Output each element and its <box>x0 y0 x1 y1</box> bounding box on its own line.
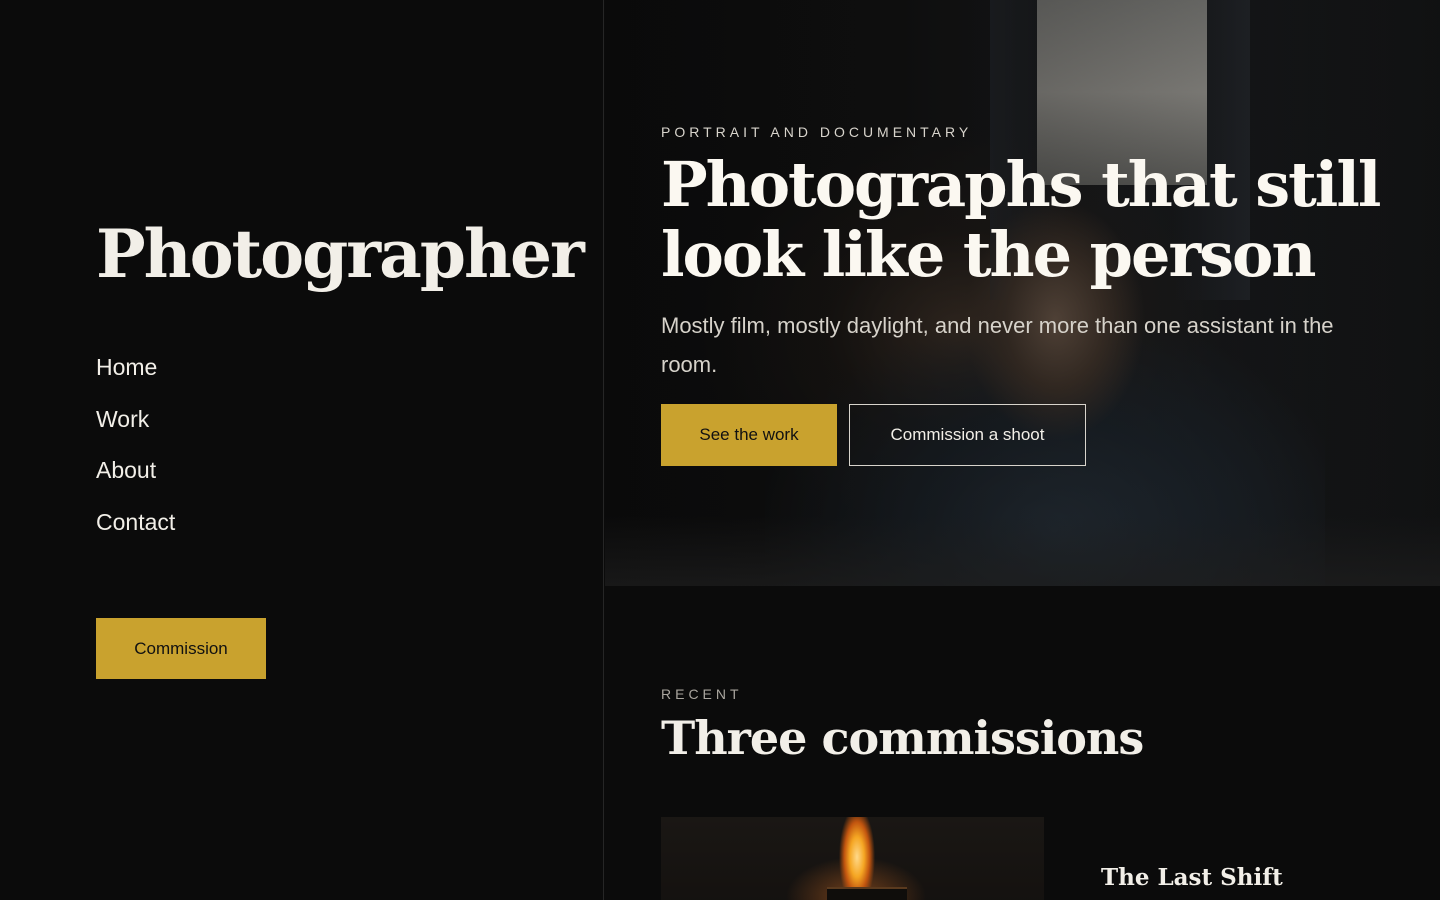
hero-section: PORTRAIT AND DOCUMENTARY Photographs tha… <box>605 0 1440 586</box>
card-title-the-last-shift[interactable]: The Last Shift <box>1101 864 1283 891</box>
hero-eyebrow: PORTRAIT AND DOCUMENTARY <box>661 124 973 140</box>
nav-item-contact: Contact <box>96 507 175 559</box>
nav-link-home[interactable]: Home <box>96 352 157 382</box>
card-image-the-last-shift[interactable] <box>661 817 1044 900</box>
nav-item-work: Work <box>96 404 175 456</box>
see-the-work-button[interactable]: See the work <box>661 404 837 466</box>
crucible <box>827 887 907 900</box>
nav-item-home: Home <box>96 352 175 404</box>
nav-item-about: About <box>96 455 175 507</box>
commission-button[interactable]: Commission <box>96 618 266 679</box>
hero-floor-shadow <box>605 516 1440 586</box>
recent-title: Three commissions <box>661 711 1144 765</box>
recent-eyebrow: RECENT <box>661 686 743 702</box>
nav-link-about[interactable]: About <box>96 455 156 485</box>
nav-link-contact[interactable]: Contact <box>96 507 175 537</box>
hero-subtitle: Mostly film, mostly daylight, and never … <box>661 313 1334 377</box>
hero-title: Photographs that still look like the per… <box>661 148 1381 291</box>
main-nav: Home Work About Contact <box>96 352 175 558</box>
commission-a-shoot-button[interactable]: Commission a shoot <box>849 404 1086 466</box>
brand-logo[interactable]: Photographer <box>96 218 585 291</box>
nav-link-work[interactable]: Work <box>96 404 149 434</box>
recent-section: RECENT Three commissions The Last Shift <box>605 586 1440 900</box>
sidebar: Photographer Home Work About Contact Com… <box>0 0 604 900</box>
hero-overlay <box>605 0 1440 586</box>
